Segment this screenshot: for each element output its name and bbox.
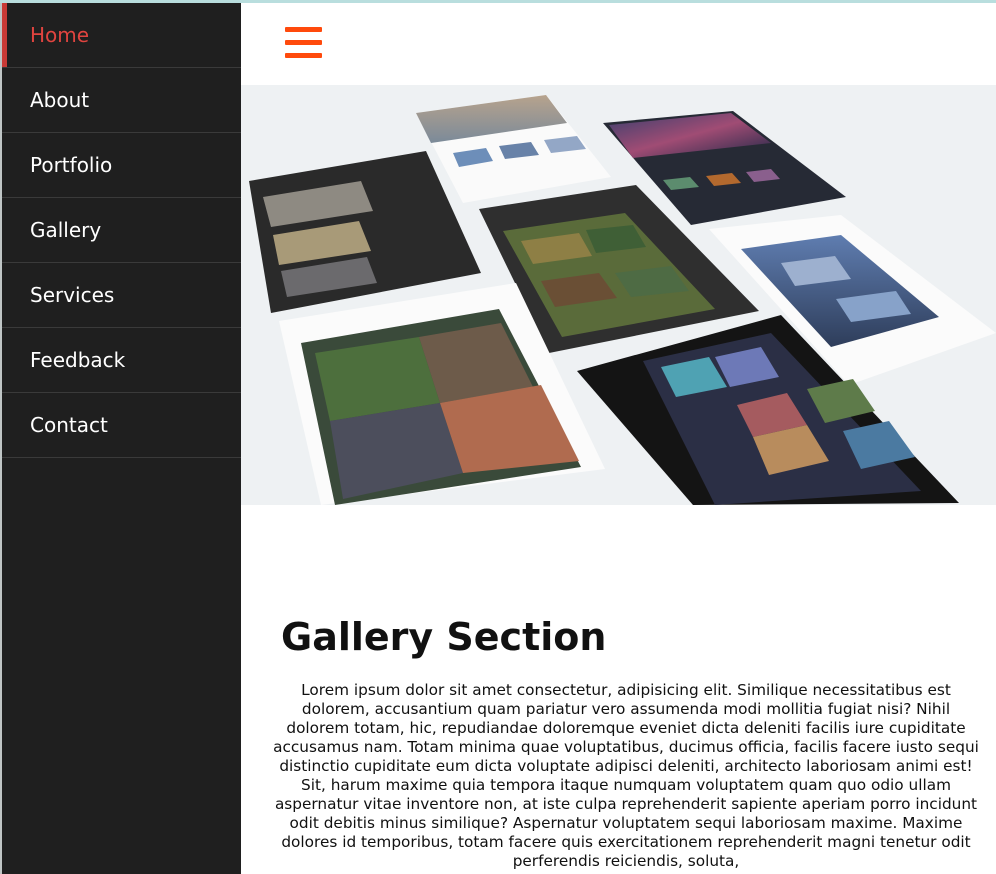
sidebar-item-portfolio[interactable]: Portfolio <box>2 133 241 198</box>
sidebar-item-contact[interactable]: Contact <box>2 393 241 458</box>
sidebar-item-home[interactable]: Home <box>2 3 241 68</box>
gallery-description: Lorem ipsum dolor sit amet consectetur, … <box>273 681 979 870</box>
hamburger-menu-icon[interactable] <box>285 25 322 61</box>
website-templates-collage <box>249 95 996 505</box>
sidebar-item-about[interactable]: About <box>2 68 241 133</box>
sidebar-item-gallery[interactable]: Gallery <box>2 198 241 263</box>
sidebar-item-feedback[interactable]: Feedback <box>2 328 241 393</box>
sidebar-item-services[interactable]: Services <box>2 263 241 328</box>
sidebar: Home About Portfolio Gallery Services Fe… <box>0 3 241 874</box>
main-content: Gallery Section Lorem ipsum dolor sit am… <box>241 3 996 874</box>
page-title: Gallery Section <box>281 615 607 659</box>
hero-image <box>241 85 996 505</box>
